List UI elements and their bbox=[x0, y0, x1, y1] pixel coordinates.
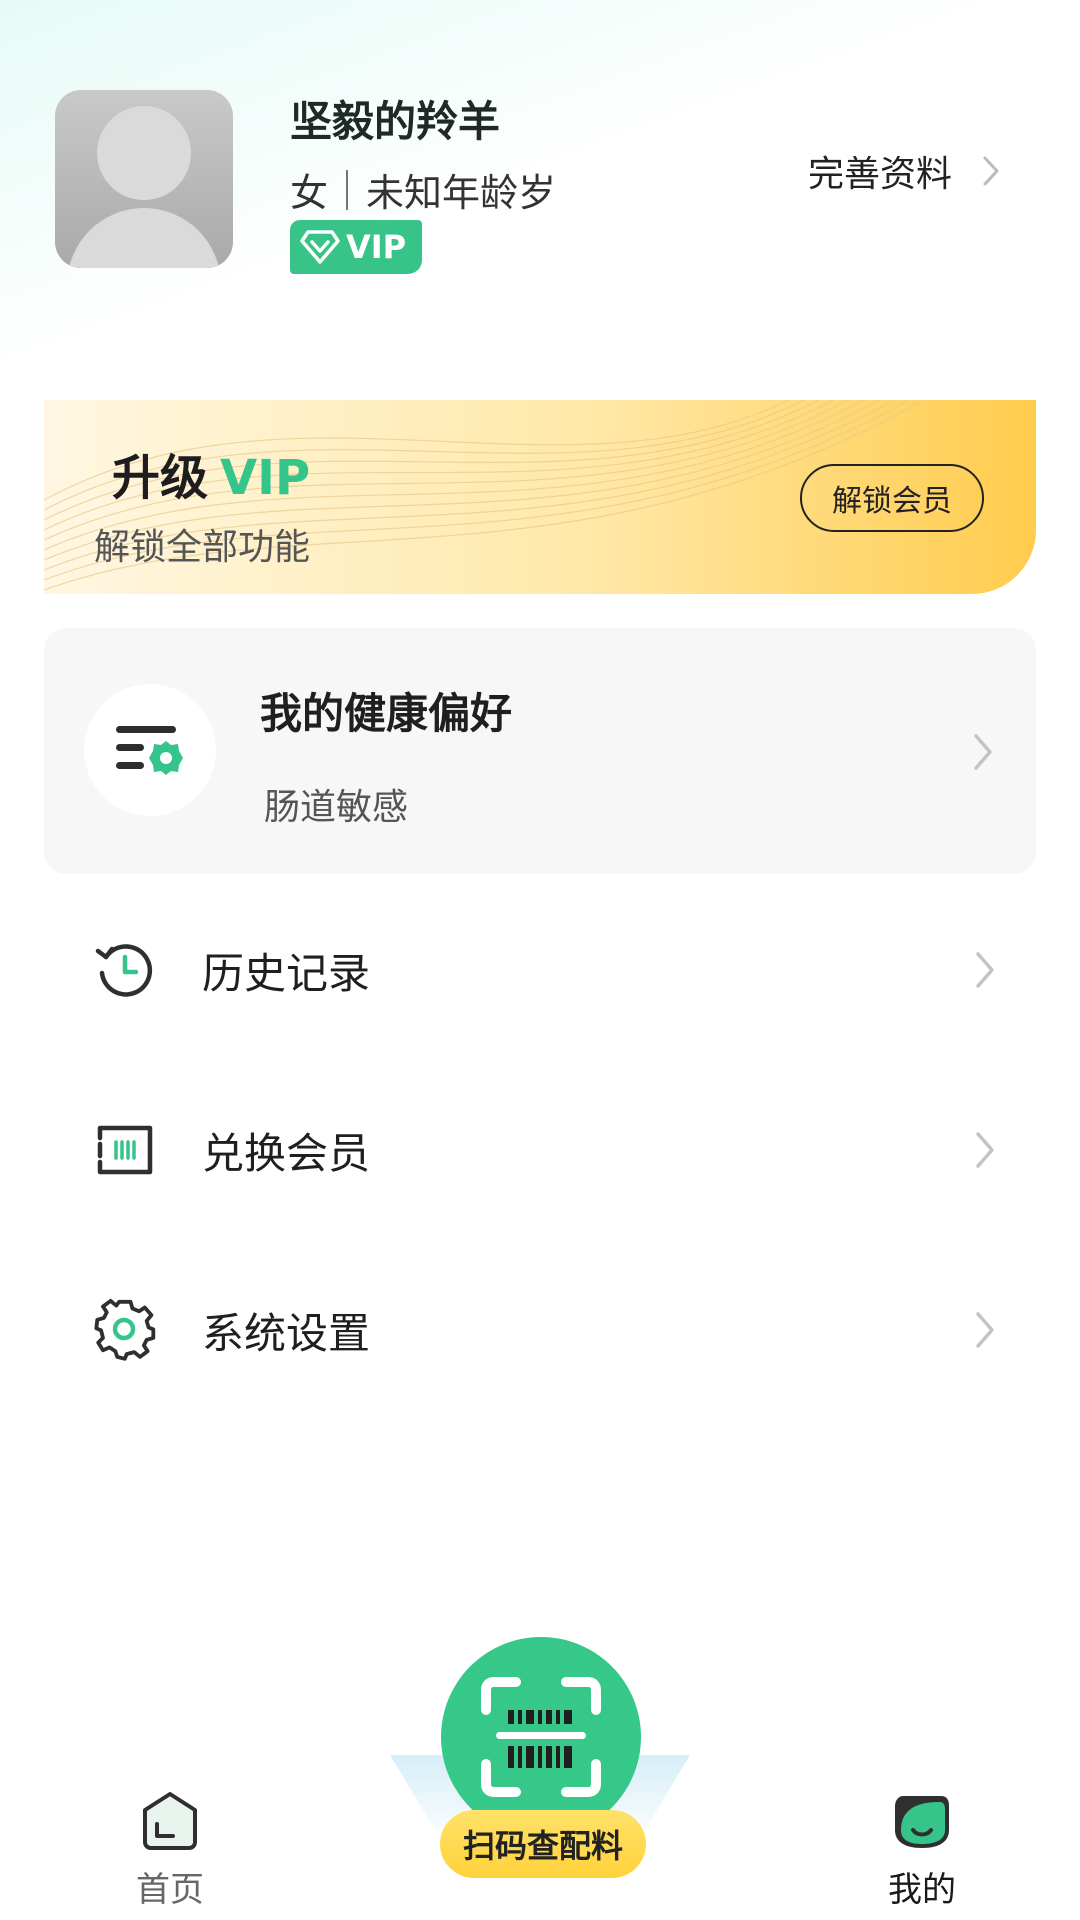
nickname: 坚毅的羚羊 bbox=[290, 97, 501, 146]
age-text: 未知年龄岁 bbox=[366, 171, 557, 215]
history-icon bbox=[95, 944, 153, 997]
vip-badge-label: VIP bbox=[346, 228, 407, 266]
complete-profile-label: 完善资料 bbox=[807, 154, 952, 195]
health-preference-icon-wrap bbox=[84, 684, 216, 816]
avatar-shoulders bbox=[67, 208, 221, 268]
unlock-membership-button[interactable]: 解锁会员 bbox=[800, 464, 984, 532]
nav-tab-home[interactable]: 首页 bbox=[110, 1790, 230, 1911]
profile-face-icon bbox=[895, 1796, 949, 1848]
nav-label-home: 首页 bbox=[136, 1870, 204, 1910]
divider bbox=[346, 169, 349, 210]
membership-card-icon bbox=[97, 1125, 153, 1175]
health-preference-card[interactable]: 我的健康偏好 肠道敏感 bbox=[44, 628, 1036, 874]
health-preference-value: 肠道敏感 bbox=[264, 787, 409, 828]
menu-item-history[interactable]: 历史记录 bbox=[44, 900, 1036, 1040]
health-preference-title: 我的健康偏好 bbox=[260, 689, 513, 738]
chevron-right-icon bbox=[976, 952, 994, 988]
vip-upgrade-banner[interactable]: 升级 VIP 解锁全部功能 解锁会员 bbox=[44, 400, 1036, 594]
avatar-head bbox=[97, 106, 191, 200]
nav-tab-mine[interactable]: 我的 bbox=[862, 1790, 982, 1911]
complete-profile-link[interactable]: 完善资料 bbox=[808, 145, 1000, 197]
gender-text: 女 bbox=[290, 171, 329, 215]
home-icon bbox=[143, 1792, 197, 1850]
scan-button-label[interactable]: 扫码查配料 bbox=[440, 1810, 646, 1878]
diamond-icon bbox=[300, 230, 340, 264]
settings-icon-wrap bbox=[90, 1295, 160, 1365]
vip-title-accent: VIP bbox=[220, 450, 311, 506]
gear-icon bbox=[94, 1298, 156, 1361]
menu-item-redeem[interactable]: 兑换会员 bbox=[44, 1080, 1036, 1220]
scan-button[interactable] bbox=[441, 1637, 641, 1837]
menu-label-settings: 系统设置 bbox=[202, 1308, 371, 1358]
barcode-scan-icon bbox=[481, 1677, 601, 1797]
profile-info: 女 未知年龄岁 bbox=[290, 162, 556, 217]
vip-banner-title: 升级 VIP bbox=[112, 438, 310, 508]
redeem-icon-wrap bbox=[90, 1115, 160, 1185]
chevron-right-icon bbox=[974, 734, 992, 770]
menu-item-settings[interactable]: 系统设置 bbox=[44, 1260, 1036, 1400]
chevron-right-icon bbox=[976, 1132, 994, 1168]
chevron-right-icon bbox=[983, 156, 999, 186]
preference-settings-icon bbox=[116, 726, 183, 775]
nav-label-mine: 我的 bbox=[888, 1870, 956, 1910]
menu-label-history: 历史记录 bbox=[202, 948, 371, 998]
vip-banner-subtitle: 解锁全部功能 bbox=[94, 527, 311, 568]
history-icon-wrap bbox=[90, 935, 160, 1005]
menu-label-redeem: 兑换会员 bbox=[202, 1128, 371, 1178]
avatar[interactable] bbox=[55, 90, 233, 268]
chevron-right-icon bbox=[976, 1312, 994, 1348]
vip-title-prefix: 升级 bbox=[112, 450, 209, 506]
vip-badge: VIP bbox=[290, 220, 422, 274]
